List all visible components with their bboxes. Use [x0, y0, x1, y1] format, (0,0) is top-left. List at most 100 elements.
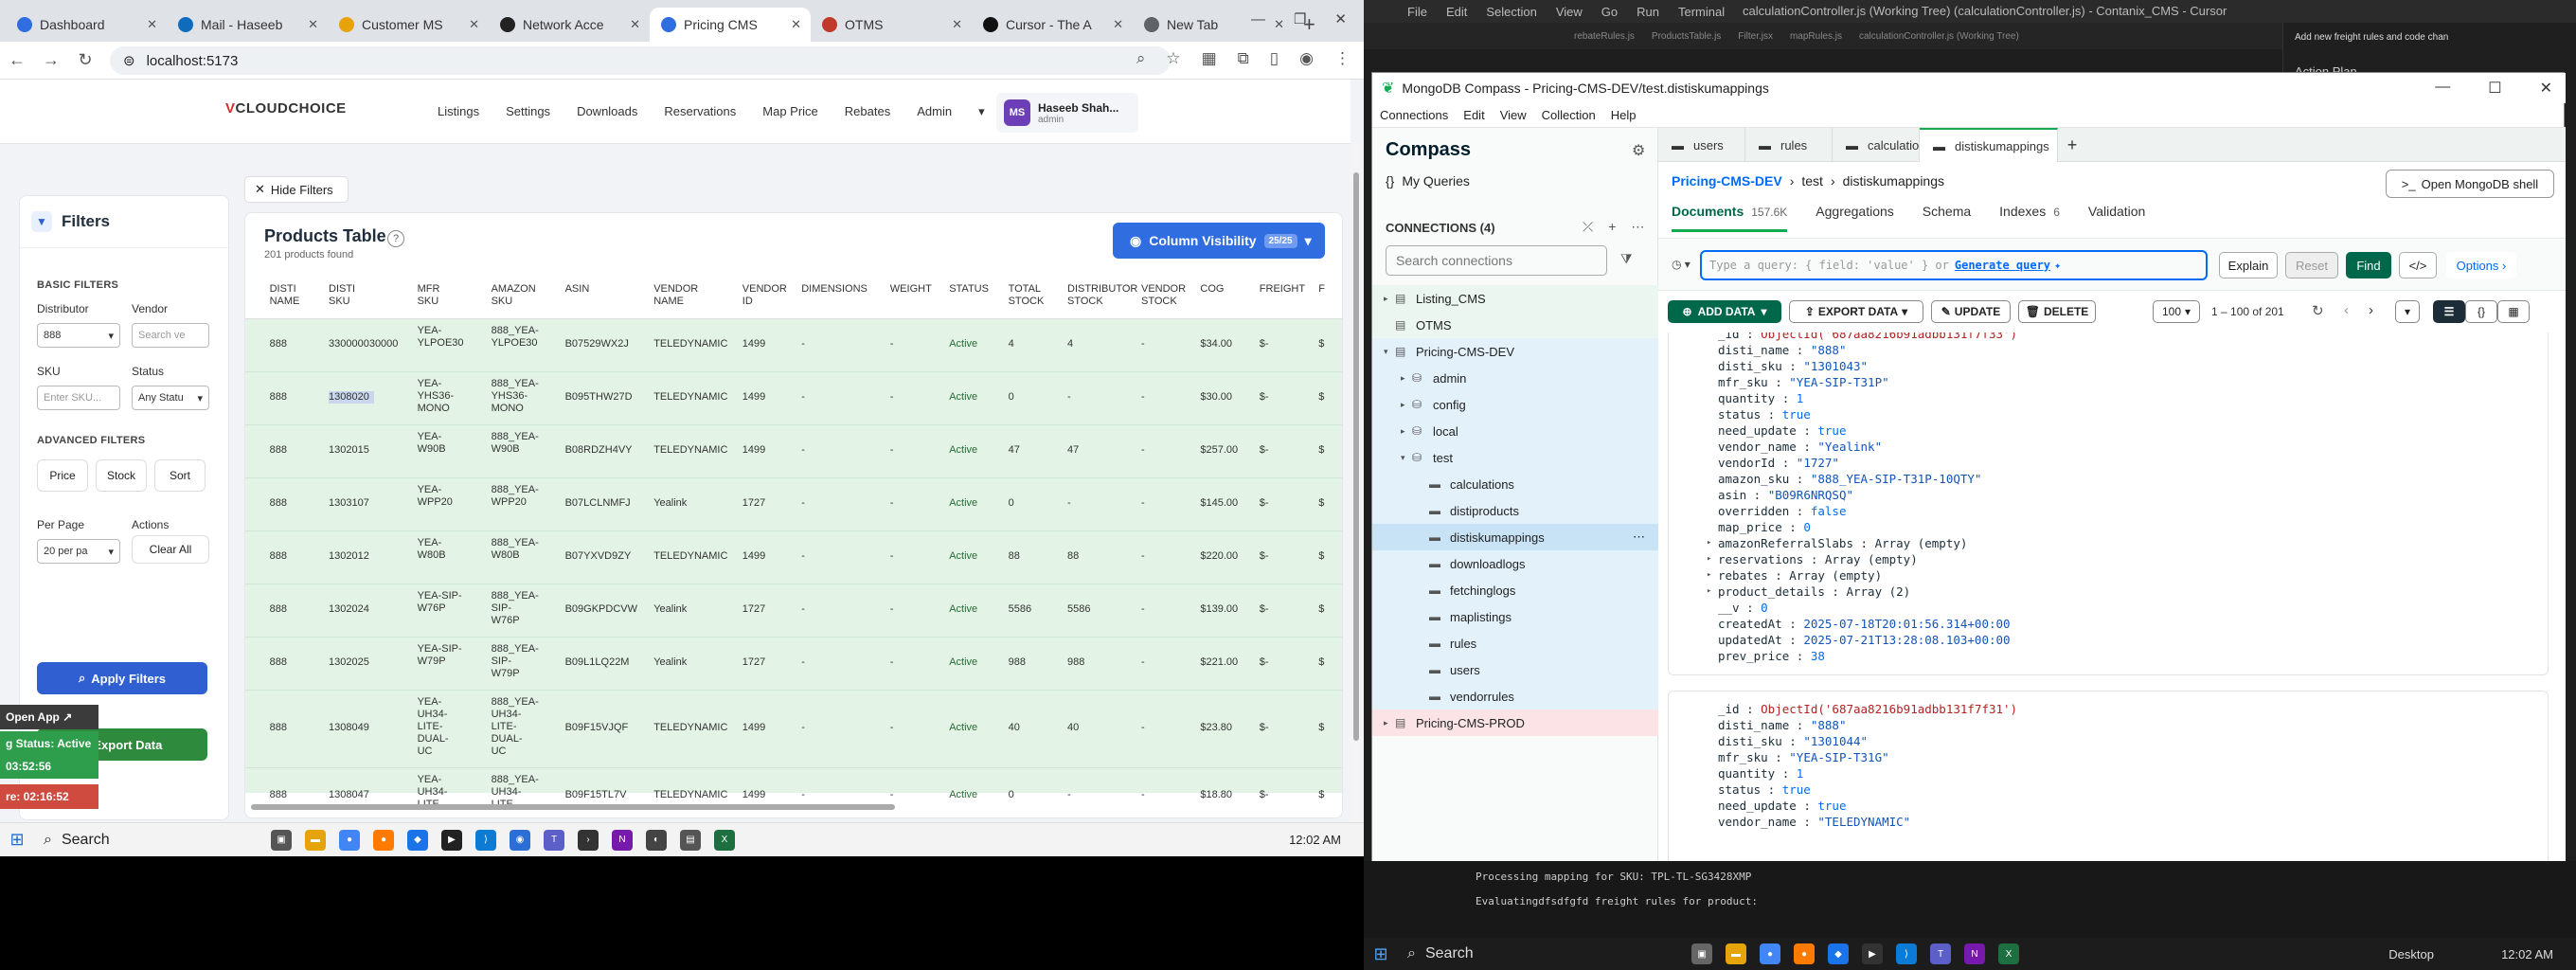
open-mongodb-shell-button[interactable]: >_ Open MongoDB shell — [2386, 170, 2554, 198]
bookmark-star-icon[interactable]: ☆ — [1166, 49, 1180, 68]
table-row[interactable]: 888 1303107 YEA-WPP20 888_YEA-WPP20 B07LCLNM… — [245, 478, 1342, 531]
file-explorer-icon[interactable]: ▬ — [305, 829, 326, 851]
scroll-thumb[interactable] — [251, 804, 895, 810]
browser-tab[interactable]: Customer MS ✕ — [328, 8, 489, 42]
chrome-icon[interactable]: ● — [339, 829, 360, 851]
horizontal-scrollbar[interactable] — [251, 802, 1331, 812]
nav-item-map-price[interactable]: Map Price — [762, 104, 818, 119]
more-icon[interactable]: ⋯ — [1633, 530, 1645, 545]
editor-tab[interactable]: ProductsTable.js — [1652, 31, 1721, 42]
cursor-menu-edit[interactable]: Edit — [1446, 5, 1467, 19]
reload-icon[interactable]: ↻ — [68, 50, 102, 70]
excel-icon[interactable]: X — [1998, 943, 2019, 964]
filter-icon[interactable]: ⧩ — [1620, 251, 1633, 267]
app-icon[interactable]: ◆ — [407, 829, 428, 851]
table-row[interactable]: 888 1308049 YEA-UH34-LITE-DUAL-UC 888_YEA-U… — [245, 691, 1342, 768]
add-tab-icon[interactable]: + — [2058, 128, 2086, 162]
column-header[interactable]: VENDOR ID — [742, 283, 787, 308]
tree-item-distiproducts[interactable]: ▬ distiproducts — [1372, 497, 1658, 524]
table-row[interactable]: 888 1302012 YEA-W80B 888_YEA-W80B B07YXVD9ZY… — [245, 531, 1342, 584]
browser-tab[interactable]: Mail - Haseeb ✕ — [167, 8, 328, 42]
subtab-schema[interactable]: Schema — [1923, 204, 1971, 232]
teams-icon[interactable]: T — [1930, 943, 1951, 964]
column-header[interactable]: WEIGHT — [890, 283, 934, 296]
hide-filters-button[interactable]: ✕ Hide Filters — [244, 176, 349, 203]
reset-button[interactable]: Reset — [2285, 252, 2338, 278]
excel-icon[interactable]: X — [714, 829, 735, 851]
table-row[interactable]: 888 1302015 YEA-W90B 888_YEA-W90B B08RDZH4VY… — [245, 425, 1342, 478]
add-icon[interactable]: + — [1608, 219, 1616, 235]
compass-menu-connections[interactable]: Connections — [1380, 108, 1448, 122]
column-header[interactable]: COG — [1200, 283, 1243, 296]
per-page-select[interactable]: 20 per pa ▾ — [37, 539, 120, 564]
nav-item-downloads[interactable]: Downloads — [577, 104, 637, 119]
explain-button[interactable]: Explain — [2219, 252, 2278, 278]
cursor-menu-run[interactable]: Run — [1637, 5, 1659, 19]
column-header[interactable]: VENDOR STOCK — [1141, 283, 1186, 308]
collection-tab-rules[interactable]: ▬ rules — [1745, 128, 1833, 162]
close-icon[interactable]: ✕ — [1334, 10, 1347, 27]
refresh-icon[interactable]: ↻ — [2312, 302, 2324, 319]
windows-start-icon[interactable]: ⊞ — [1364, 944, 1398, 964]
tab-close-icon[interactable]: ✕ — [791, 17, 801, 32]
tree-item-maplistings[interactable]: ▬ maplistings — [1372, 603, 1658, 630]
desktop-label[interactable]: Desktop — [2388, 947, 2434, 961]
column-header[interactable]: MFR SKU — [418, 283, 461, 308]
tab-close-icon[interactable]: ✕ — [952, 17, 962, 32]
table-row[interactable]: 888 1302025 YEA-SIP-W79P 888_YEA-SIP-W79P B0… — [245, 638, 1342, 691]
subtab-validation[interactable]: Validation — [2088, 204, 2145, 232]
tree-item-test[interactable]: ▾ ⛁ test — [1372, 444, 1658, 471]
cursor-menu-terminal[interactable]: Terminal — [1678, 5, 1725, 19]
sort-filter-button[interactable]: Sort — [154, 459, 206, 492]
tree-item-rules[interactable]: ▬ rules — [1372, 630, 1658, 656]
vendor-search-input[interactable]: Search ve — [132, 323, 209, 348]
browser-tab[interactable]: OTMS ✕ — [811, 8, 972, 42]
nav-item-admin[interactable]: Admin — [917, 104, 952, 119]
cursor-menu-selection[interactable]: Selection — [1486, 5, 1536, 19]
table-view-icon[interactable]: ▦ — [2497, 300, 2530, 323]
close-icon[interactable]: ✕ — [2540, 79, 2552, 98]
task-view-icon[interactable]: ▣ — [1691, 943, 1712, 964]
query-input[interactable]: Type a query: { field: 'value' } or Gene… — [1700, 250, 2208, 280]
vscode-icon[interactable]: ⟩ — [1896, 943, 1917, 964]
tree-item-calculations[interactable]: ▬ calculations — [1372, 471, 1658, 497]
column-header[interactable]: DISTI SKU — [329, 283, 372, 308]
browser-tab[interactable]: Dashboard ✕ — [6, 8, 167, 42]
tab-close-icon[interactable]: ✕ — [147, 17, 157, 32]
my-queries-link[interactable]: {} My Queries — [1386, 173, 1470, 189]
expand-chevron-icon[interactable]: ▸ — [1707, 567, 1711, 584]
options-toggle[interactable]: Options › — [2446, 252, 2516, 278]
page-size-select[interactable]: 100 ▾ — [2153, 300, 2200, 323]
back-icon[interactable]: ← — [0, 50, 34, 70]
vertical-scrollbar[interactable] — [1351, 144, 1362, 837]
column-header[interactable]: ASIN — [565, 283, 613, 296]
maximize-icon[interactable]: ❐ — [1294, 10, 1306, 27]
scroll-thumb[interactable] — [1353, 172, 1359, 741]
tree-item-config[interactable]: ▸ ⛁ config — [1372, 391, 1658, 418]
price-filter-button[interactable]: Price — [37, 459, 88, 492]
cursor-menu-view[interactable]: View — [1556, 5, 1583, 19]
column-header[interactable]: DISTRIBUTOR STOCK — [1067, 283, 1137, 308]
tab-close-icon[interactable]: ✕ — [469, 17, 479, 32]
extensions-icon[interactable]: ▦ — [1202, 49, 1217, 68]
more-icon[interactable]: ⋯ — [1631, 219, 1644, 235]
collection-tab-calculations[interactable]: ▬ calculations — [1833, 128, 1932, 162]
compass-menu-view[interactable]: View — [1500, 108, 1527, 122]
terminal-icon[interactable]: › — [578, 829, 599, 851]
compass-menu-edit[interactable]: Edit — [1463, 108, 1484, 122]
minimize-icon[interactable]: — — [1251, 11, 1265, 27]
column-header[interactable]: DISTI NAME — [270, 283, 313, 308]
column-header[interactable]: AMAZON SKU — [492, 283, 536, 308]
nav-item-listings[interactable]: Listings — [438, 104, 479, 119]
collection-tab-distiskumappings[interactable]: ▬ distiskumappings — [1920, 128, 2058, 162]
kebab-menu-icon[interactable]: ⋮ — [1334, 49, 1351, 68]
tree-item-pricing-cms-dev[interactable]: ▾ ▤ Pricing-CMS-DEV — [1372, 338, 1658, 365]
tab-close-icon[interactable]: ✕ — [630, 17, 640, 32]
add-data-button[interactable]: ⊕ ADD DATA ▾ — [1668, 300, 1781, 323]
document-card[interactable]: _id : ObjectId('687aa8216b91adbb131f7f31… — [1668, 691, 2549, 862]
browser-tab[interactable]: Cursor - The A ✕ — [972, 8, 1133, 42]
app-icon[interactable]: ◆ — [1828, 943, 1849, 964]
collapse-all-icon[interactable]: ▾ — [2395, 300, 2420, 323]
file-explorer-icon[interactable]: ▬ — [1726, 943, 1746, 964]
column-header[interactable]: DIMENSIONS — [801, 283, 868, 296]
